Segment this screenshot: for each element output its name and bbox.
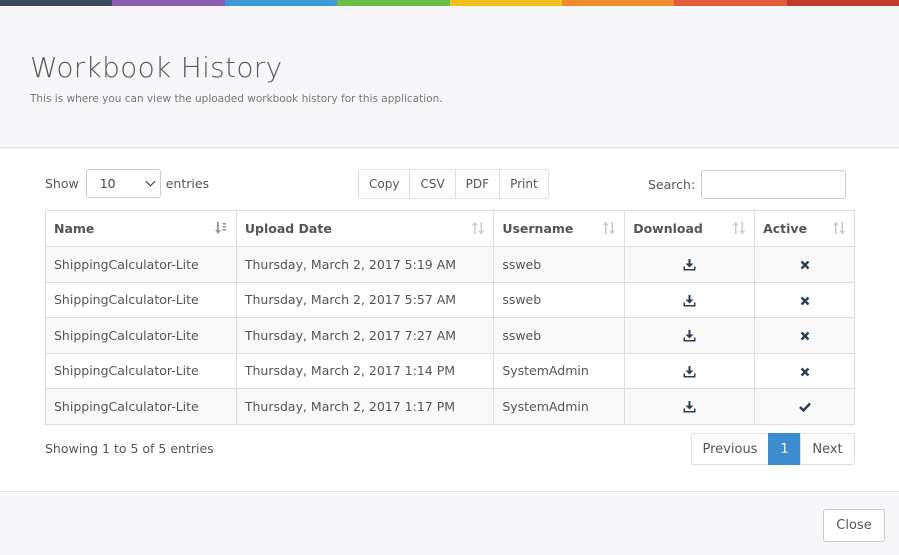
check-icon — [798, 399, 811, 414]
export-button-group: Copy CSV PDF Print — [358, 169, 549, 199]
download-icon[interactable] — [683, 257, 696, 272]
page-subtitle: This is where you can view the uploaded … — [30, 93, 443, 105]
download-icon[interactable] — [683, 292, 696, 307]
cell-download — [624, 281, 756, 318]
chevron-down-icon — [145, 176, 156, 187]
show-label: Show — [45, 176, 79, 191]
column-header-active[interactable]: Active — [754, 210, 855, 247]
cell-download — [624, 352, 756, 389]
modal-header: Workbook History This is where you can v… — [0, 6, 899, 148]
cell-active — [754, 352, 855, 389]
page-title: Workbook History — [30, 51, 283, 84]
table-row: ShippingCalculator-Lite Thursday, March 2… — [45, 388, 855, 425]
close-icon — [800, 363, 810, 378]
column-header-username[interactable]: Username — [493, 210, 626, 247]
cell-download — [624, 388, 756, 425]
cell-name: ShippingCalculator-Lite — [45, 388, 237, 425]
sort-ascending-icon — [214, 222, 226, 234]
column-label: Username — [502, 221, 574, 236]
search-control: Search: — [648, 169, 847, 199]
cell-download — [624, 246, 756, 283]
cell-name: ShippingCalculator-Lite — [45, 352, 237, 389]
page-length-control: Show 10 entries — [45, 169, 209, 198]
cell-active — [754, 281, 855, 318]
search-input[interactable] — [701, 169, 847, 199]
cell-upload-date: Thursday, March 2, 2017 1:14 PM — [235, 352, 495, 389]
table-row: ShippingCalculator-Lite Thursday, March 2… — [45, 246, 855, 283]
modal-body: Show 10 entries Copy CSV PDF Print Searc… — [0, 149, 899, 492]
column-header-name[interactable]: Name — [45, 210, 237, 247]
cell-username: ssweb — [493, 246, 626, 283]
cell-name: ShippingCalculator-Lite — [45, 281, 237, 318]
page-length-select[interactable]: 10 — [85, 169, 161, 198]
column-header-download[interactable]: Download — [624, 210, 756, 247]
page-length-value: 10 — [99, 176, 116, 191]
column-label: Active — [763, 221, 808, 236]
csv-button[interactable]: CSV — [409, 170, 455, 198]
sort-icon — [472, 221, 485, 235]
cell-username: ssweb — [493, 281, 626, 318]
cell-name: ShippingCalculator-Lite — [45, 246, 237, 283]
cell-username: SystemAdmin — [493, 352, 626, 389]
page-1-button[interactable]: 1 — [768, 433, 801, 465]
entries-label: entries — [165, 176, 210, 191]
close-icon — [800, 292, 810, 307]
download-icon[interactable] — [683, 328, 696, 343]
cell-username: SystemAdmin — [493, 388, 626, 425]
table-info: Showing 1 to 5 of 5 entries — [45, 441, 214, 456]
sort-icon — [732, 221, 746, 235]
cell-upload-date: Thursday, March 2, 2017 5:19 AM — [235, 246, 495, 283]
download-icon[interactable] — [683, 399, 696, 414]
pdf-button[interactable]: PDF — [454, 170, 500, 198]
pagination: Previous 1 Next — [691, 433, 855, 465]
search-label: Search: — [648, 176, 696, 192]
column-label: Name — [54, 221, 95, 236]
cell-username: ssweb — [493, 317, 626, 354]
cell-upload-date: Thursday, March 2, 2017 5:57 AM — [235, 281, 495, 318]
print-button[interactable]: Print — [499, 170, 548, 198]
cell-name: ShippingCalculator-Lite — [45, 317, 237, 354]
sort-icon — [603, 221, 616, 235]
cell-active — [754, 246, 855, 283]
copy-button[interactable]: Copy — [359, 170, 410, 198]
table-header-row: Name Upload Date Username Download Activ… — [45, 210, 855, 247]
download-icon[interactable] — [683, 363, 696, 378]
column-header-upload-date[interactable]: Upload Date — [235, 210, 495, 247]
cell-upload-date: Thursday, March 2, 2017 1:17 PM — [235, 388, 495, 425]
table-row: ShippingCalculator-Lite Thursday, March 2… — [45, 317, 855, 354]
table-row: ShippingCalculator-Lite Thursday, March 2… — [45, 352, 855, 389]
column-label: Upload Date — [244, 221, 332, 236]
workbook-history-table: Name Upload Date Username Download Activ… — [45, 210, 855, 425]
cell-download — [624, 317, 756, 354]
close-button[interactable]: Close — [823, 509, 885, 542]
cell-active — [754, 317, 855, 354]
previous-page-button[interactable]: Previous — [691, 433, 769, 465]
close-icon — [800, 257, 810, 272]
close-icon — [800, 328, 810, 343]
cell-active — [754, 388, 855, 425]
table-row: ShippingCalculator-Lite Thursday, March 2… — [45, 281, 855, 318]
cell-upload-date: Thursday, March 2, 2017 7:27 AM — [235, 317, 495, 354]
next-page-button[interactable]: Next — [800, 433, 855, 465]
column-label: Download — [633, 221, 703, 236]
sort-icon — [832, 221, 846, 235]
